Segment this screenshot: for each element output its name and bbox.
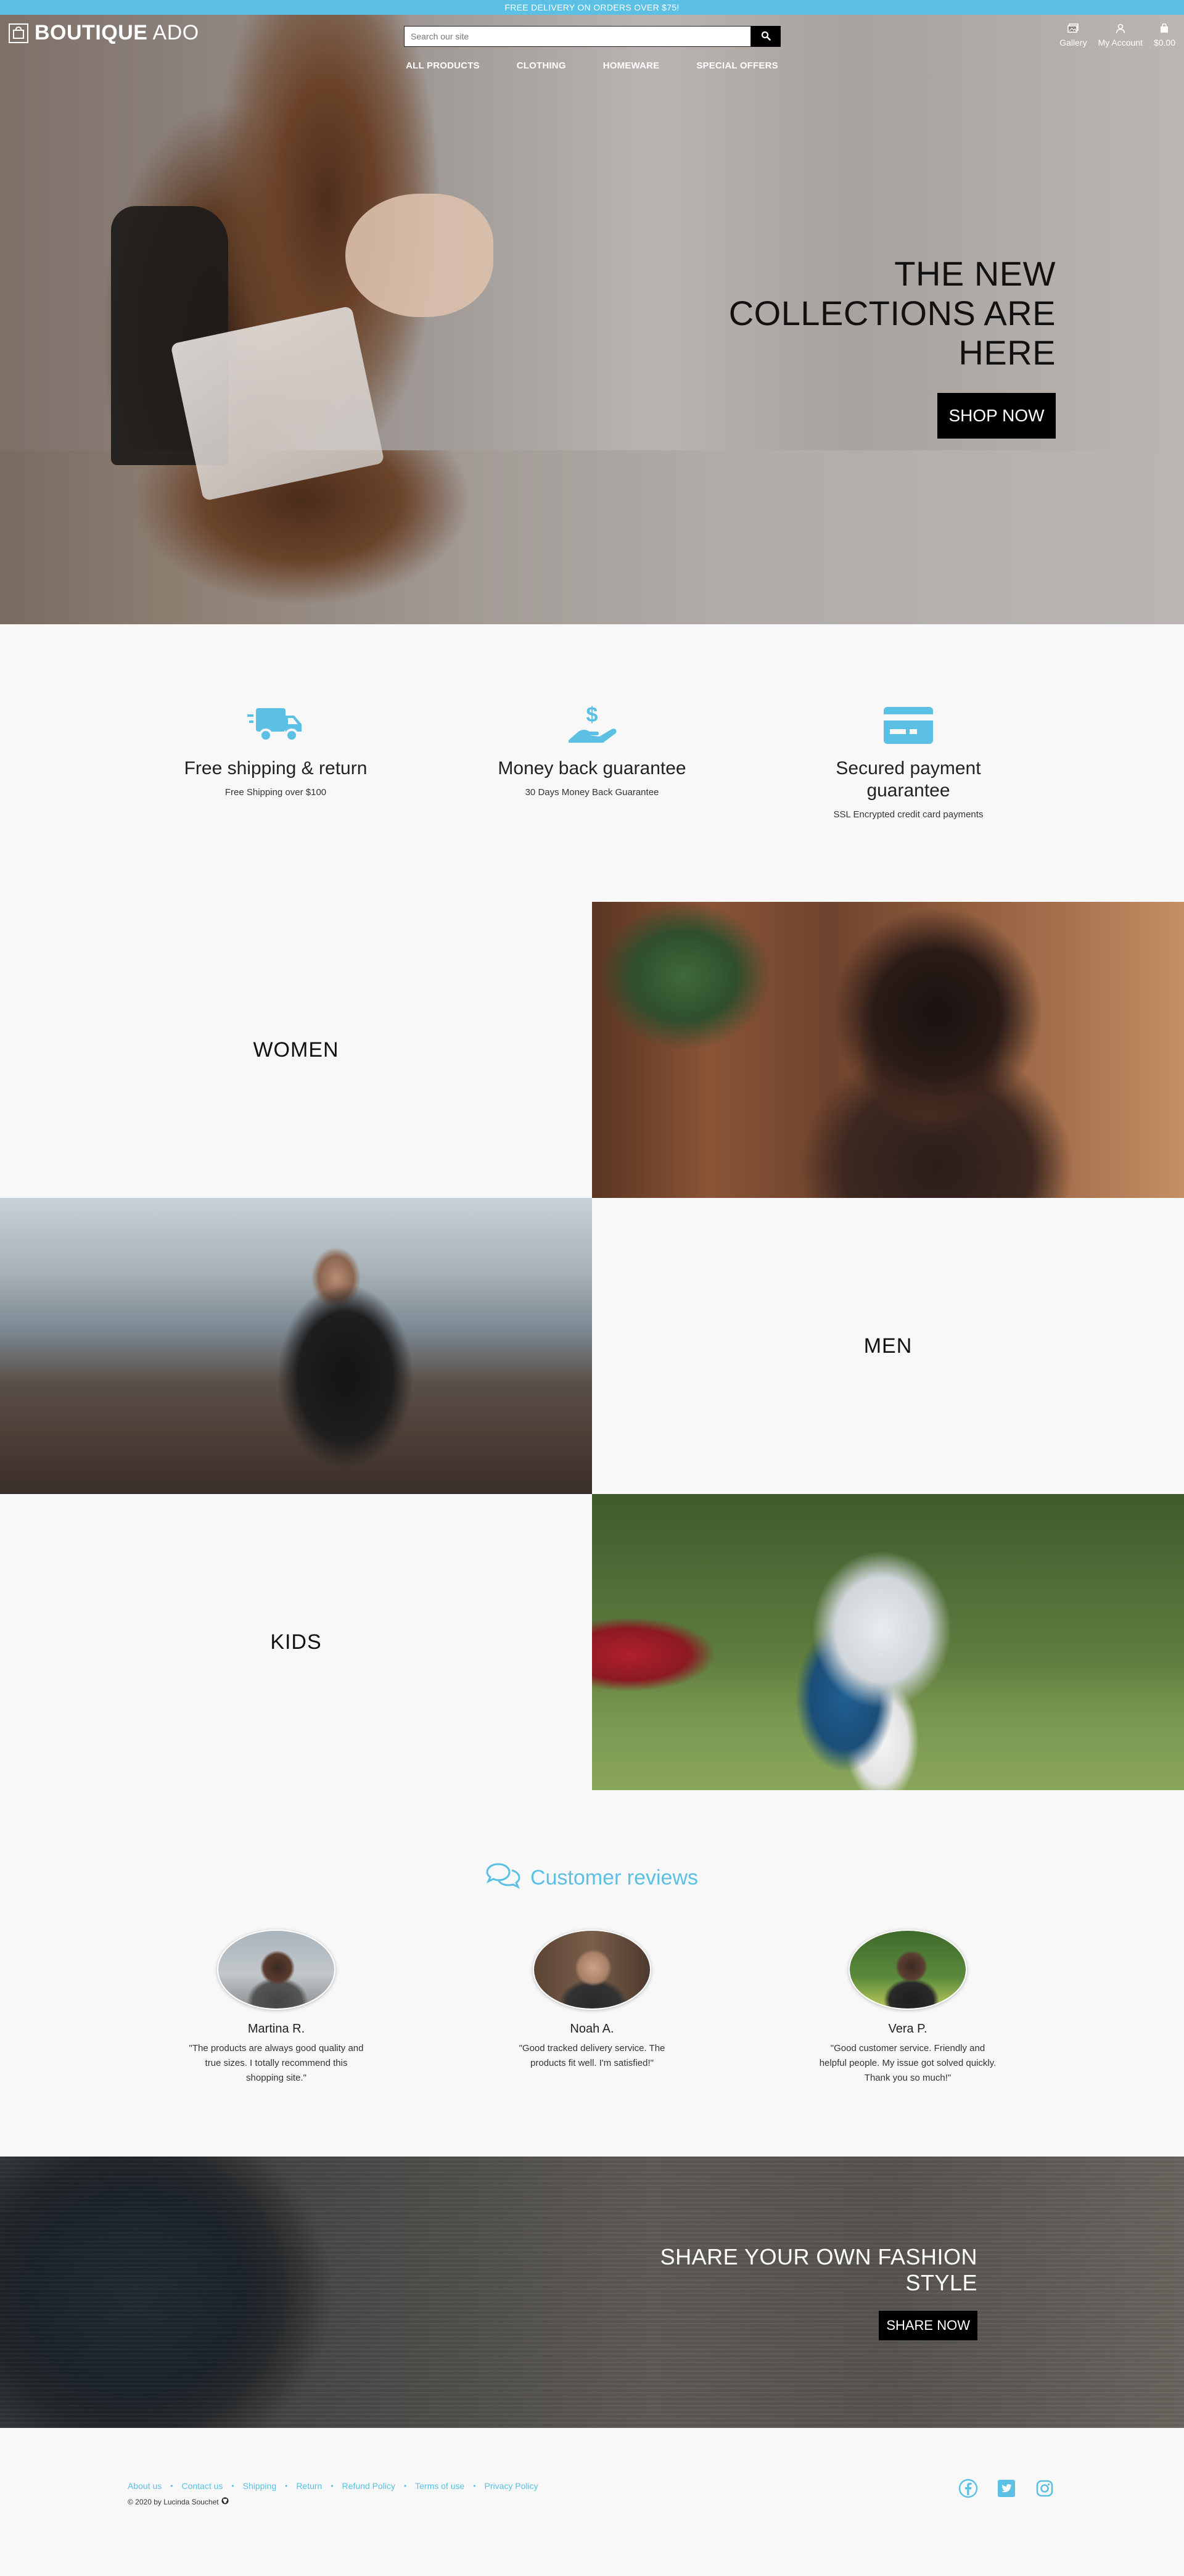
main-nav: ALL PRODUCTS CLOTHING HOMEWARE SPECIAL O… [0,60,1184,71]
feature-subtitle: 30 Days Money Back Guarantee [525,787,659,798]
footer-links: About us • Contact us • Shipping • Return • … [128,2481,538,2491]
share-banner: SHARE YOUR OWN FASHION STYLE SHARE NOW [0,2157,1184,2428]
user-icon [1116,23,1125,35]
credit-card-icon [773,703,1044,746]
category-men-image[interactable] [0,1198,592,1494]
reviewer-name: Vera P. [888,2022,927,2036]
reviews-section: Customer reviews Martina R. "The product… [0,1790,1184,2157]
category-kids[interactable]: KIDS [0,1494,592,1790]
nav-homeware[interactable]: HOMEWARE [585,60,678,71]
delivery-truck-icon [140,703,411,746]
search-input[interactable] [404,26,751,47]
gallery-label: Gallery [1059,38,1087,47]
feature-money-back: $ Money back guarantee 30 Days Money Bac… [456,703,728,798]
reviewer-name: Noah A. [570,2022,614,2036]
feature-title: Free shipping & return [184,758,368,778]
hero-line-1: THE NEW [894,254,1056,293]
reviews-title: Customer reviews [530,1866,699,1889]
hero-image-hand [345,194,493,317]
feature-free-shipping: Free shipping & return Free Shipping ove… [140,703,411,798]
copyright: © 2020 by Lucinda Souchet [128,2497,229,2506]
money-hand-icon: $ [456,703,728,746]
hero-headline: THE NEW COLLECTIONS ARE HERE [729,254,1056,373]
review-card: Noah A. "Good tracked delivery service. … [503,1930,681,2071]
review-text: "Good tracked delivery service. The prod… [519,2043,665,2068]
feature-title: Secured payment guarantee [836,758,981,801]
avatar [217,1930,335,2010]
share-heading: SHARE YOUR OWN FASHION STYLE [660,2244,977,2295]
nav-special-offers[interactable]: SPECIAL OFFERS [678,60,797,71]
account-links: Gallery My Account $0.00 [1059,23,1175,47]
reviews-heading: Customer reviews [0,1862,1184,1894]
search-form [404,26,781,47]
svg-text:$: $ [586,703,598,727]
twitter-icon[interactable] [997,2479,1016,2501]
logo-icon [9,23,28,43]
feature-title: Money back guarantee [498,758,686,778]
my-account-label: My Account [1098,38,1143,47]
site-footer: About us • Contact us • Shipping • Return • … [0,2428,1184,2576]
footer-link-terms[interactable]: Terms of use [415,2481,464,2491]
footer-link-privacy[interactable]: Privacy Policy [484,2481,538,2491]
category-kids-image[interactable] [592,1494,1184,1790]
shop-now-button[interactable]: SHOP NOW [937,393,1056,439]
footer-link-return[interactable]: Return [296,2481,322,2491]
nav-all-products[interactable]: ALL PRODUCTS [387,60,498,71]
search-button[interactable] [751,26,781,47]
avatar [533,1930,651,2010]
footer-link-shipping[interactable]: Shipping [243,2481,277,2491]
features-section: Free shipping & return Free Shipping ove… [0,624,1184,902]
footer-link-about[interactable]: About us [128,2481,162,2491]
nav-clothing[interactable]: CLOTHING [498,60,585,71]
avatar [849,1930,967,2010]
review-text: "Good customer service. Friendly and hel… [819,2043,997,2083]
category-women[interactable]: WOMEN [0,902,592,1198]
hero-line-2: COLLECTIONS ARE [728,294,1056,332]
github-icon[interactable] [221,2497,229,2506]
promo-banner: FREE DELIVERY ON ORDERS OVER $75! [0,0,1184,15]
gallery-link[interactable]: Gallery [1059,23,1087,47]
chat-bubbles-icon [486,1862,520,1894]
social-links [958,2479,1054,2501]
cart-total: $0.00 [1153,38,1175,47]
facebook-icon[interactable] [958,2479,978,2501]
share-background-texture [0,2157,1184,2428]
instagram-icon[interactable] [1035,2479,1054,2501]
feature-subtitle: Free Shipping over $100 [224,787,327,798]
feature-subtitle: SSL Encrypted credit card payments [833,809,984,820]
shopping-bag-icon [1159,23,1169,35]
gallery-icon [1067,23,1079,35]
cart-link[interactable]: $0.00 [1154,23,1175,47]
site-logo[interactable]: BOUTIQUE ADO [9,21,199,45]
category-men[interactable]: MEN [592,1198,1184,1494]
category-women-image[interactable] [592,902,1184,1198]
footer-link-refund[interactable]: Refund Policy [342,2481,395,2491]
search-icon [761,31,771,43]
review-card: Vera P. "Good customer service. Friendly… [818,1930,997,2086]
hero-line-3: HERE [958,333,1056,372]
share-now-button[interactable]: SHARE NOW [879,2311,977,2340]
reviewer-name: Martina R. [247,2022,305,2036]
review-text: "The products are always good quality an… [189,2043,364,2083]
my-account-link[interactable]: My Account [1098,23,1143,47]
feature-secured-payment: Secured payment guarantee SSL Encrypted … [773,703,1044,820]
review-card: Martina R. "The products are always good… [187,1930,366,2086]
logo-text: BOUTIQUE ADO [35,21,199,44]
footer-link-contact[interactable]: Contact us [181,2481,223,2491]
